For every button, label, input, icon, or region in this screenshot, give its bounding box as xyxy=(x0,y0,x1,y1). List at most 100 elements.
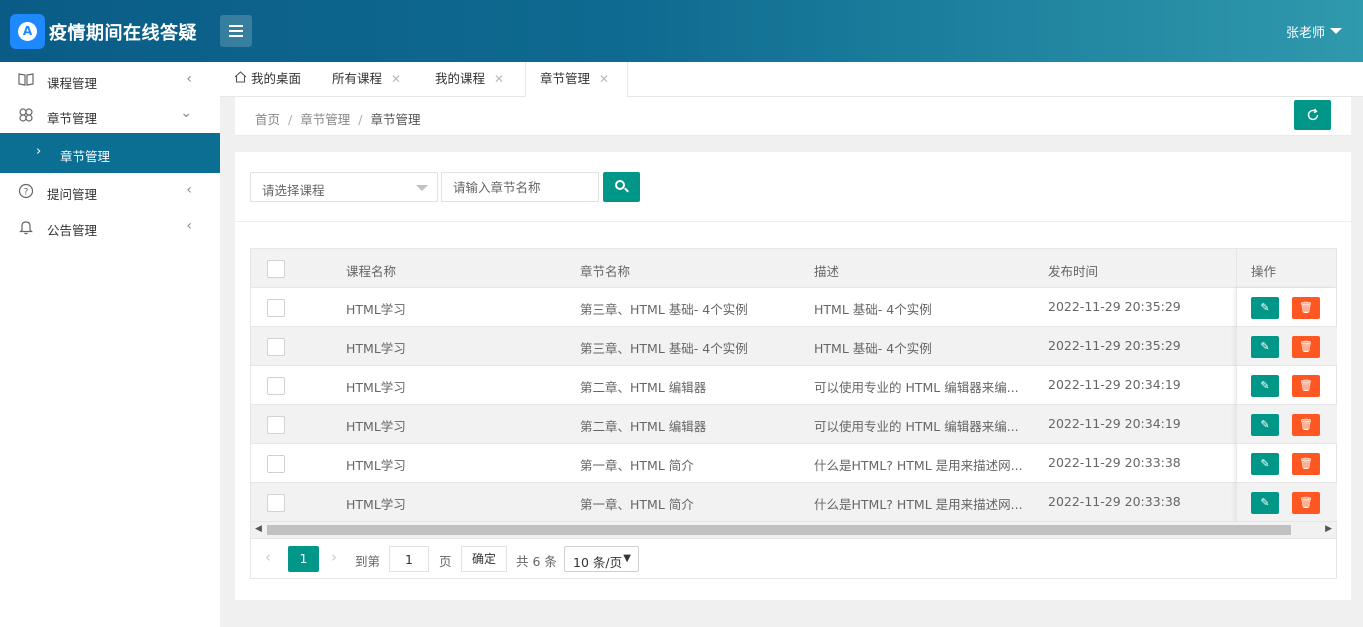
app-logo: A xyxy=(10,14,45,49)
cell-chapter: 第三章、HTML 基础- 4个实例 xyxy=(580,341,748,356)
caret-down-icon[interactable] xyxy=(1330,28,1342,34)
table-row: HTML学习 第二章、HTML 编辑器 可以使用专业的 HTML 编辑器来编..… xyxy=(251,366,1236,405)
pencil-icon: ✎ xyxy=(1260,496,1270,509)
search-button[interactable] xyxy=(603,172,640,202)
sidebar-item-label: 课程管理 xyxy=(47,76,98,91)
user-menu[interactable]: 张老师 xyxy=(1286,22,1325,41)
goto-page-input[interactable] xyxy=(389,546,429,572)
cell-chapter: 第三章、HTML 基础- 4个实例 xyxy=(580,302,748,317)
breadcrumb-home[interactable]: 首页 xyxy=(255,112,280,127)
header-time: 发布时间 xyxy=(1048,264,1099,279)
goto-label: 到第 xyxy=(355,554,381,569)
close-icon[interactable]: ✕ xyxy=(391,72,401,86)
header-course: 课程名称 xyxy=(346,264,397,279)
main-content: 请选择课程 课程名称 章节名称 描述 发布时间 HTML学习 第三章、HTML … xyxy=(235,152,1351,600)
row-checkbox[interactable] xyxy=(267,377,285,395)
cell-desc: 什么是HTML? HTML 是用来描述网... xyxy=(814,497,1023,512)
prev-page-icon[interactable]: ‹ xyxy=(265,548,271,566)
edit-button[interactable]: ✎ xyxy=(1251,375,1279,397)
delete-button[interactable]: 🗑 xyxy=(1292,336,1320,358)
cell-course: HTML学习 xyxy=(346,380,406,395)
row-checkbox[interactable] xyxy=(267,494,285,512)
chevron-right-icon: › xyxy=(36,144,42,159)
page-size-select[interactable]: 10 条/页 ▼ xyxy=(564,546,639,572)
page-current[interactable]: 1 xyxy=(288,546,319,572)
cell-time: 2022-11-29 20:35:29 xyxy=(1048,338,1181,353)
goto-confirm-button[interactable]: 确定 xyxy=(461,546,507,572)
tab-label: 我的课程 xyxy=(435,71,486,86)
scrollbar-thumb[interactable] xyxy=(267,525,1291,535)
total-count: 共 6 条 xyxy=(516,554,557,569)
menu-toggle-button[interactable] xyxy=(220,15,252,47)
delete-button[interactable]: 🗑 xyxy=(1292,414,1320,436)
trash-icon: 🗑 xyxy=(1299,418,1313,431)
cell-desc: HTML 基础- 4个实例 xyxy=(814,302,932,317)
table-header: 课程名称 章节名称 描述 发布时间 xyxy=(251,249,1336,288)
tab-chapter-management[interactable]: 章节管理 ✕ xyxy=(525,62,628,98)
row-checkbox[interactable] xyxy=(267,416,285,434)
page-size-value: 10 条/页 xyxy=(573,555,623,570)
close-icon[interactable]: ✕ xyxy=(494,72,504,86)
chevron-left-icon: ‹ xyxy=(186,218,192,234)
breadcrumb-parent[interactable]: 章节管理 xyxy=(300,112,350,127)
cell-chapter: 第一章、HTML 简介 xyxy=(580,458,694,473)
clover-icon xyxy=(18,107,34,123)
sidebar: 课程管理 ‹ 章节管理 ⌄ › 章节管理 ? 提问管理 ‹ 公告管理 ‹ xyxy=(0,62,220,627)
edit-button[interactable]: ✎ xyxy=(1251,453,1279,475)
book-icon xyxy=(18,72,34,88)
delete-button[interactable]: 🗑 xyxy=(1292,375,1320,397)
select-all-checkbox[interactable] xyxy=(267,260,285,278)
course-select[interactable]: 请选择课程 xyxy=(250,172,438,202)
table-row: HTML学习 第二章、HTML 编辑器 可以使用专业的 HTML 编辑器来编..… xyxy=(251,405,1236,444)
cell-chapter: 第一章、HTML 简介 xyxy=(580,497,694,512)
chapter-name-input[interactable] xyxy=(441,172,599,202)
breadcrumb: 首页 / 章节管理 / 章节管理 xyxy=(255,112,421,127)
cell-course: HTML学习 xyxy=(346,341,406,356)
row-checkbox[interactable] xyxy=(267,455,285,473)
table-row: HTML学习 第一章、HTML 简介 什么是HTML? HTML 是用来描述网.… xyxy=(251,444,1236,483)
row-checkbox[interactable] xyxy=(267,338,285,356)
hamburger-icon xyxy=(229,25,243,27)
row-checkbox[interactable] xyxy=(267,299,285,317)
edit-button[interactable]: ✎ xyxy=(1251,336,1279,358)
scroll-right-icon[interactable]: ▶ xyxy=(1325,524,1332,534)
sidebar-subitem-label: 章节管理 xyxy=(60,149,111,164)
sidebar-item-label: 公告管理 xyxy=(47,223,98,238)
next-page-icon[interactable]: › xyxy=(331,548,337,566)
sidebar-item-label: 章节管理 xyxy=(47,111,98,126)
chevron-left-icon: ‹ xyxy=(186,182,192,198)
chevron-down-icon: ▼ xyxy=(623,553,631,564)
ops-row: ✎ 🗑 xyxy=(1237,327,1337,366)
breadcrumb-current: 章节管理 xyxy=(370,112,421,127)
scroll-left-icon[interactable]: ◀ xyxy=(255,524,262,534)
cell-desc: 可以使用专业的 HTML 编辑器来编... xyxy=(814,419,1019,434)
ops-row: ✎ 🗑 xyxy=(1237,288,1337,327)
page-label: 页 xyxy=(439,554,452,569)
sidebar-item-question-management[interactable]: ? 提问管理 ‹ xyxy=(0,173,220,209)
sidebar-subitem-chapter-management[interactable]: › 章节管理 xyxy=(0,133,220,173)
tab-all-courses[interactable]: 所有课程 ✕ xyxy=(332,62,401,97)
horizontal-scrollbar[interactable]: ◀ ▶ xyxy=(251,522,1336,538)
chapter-table: 课程名称 章节名称 描述 发布时间 HTML学习 第三章、HTML 基础- 4个… xyxy=(250,248,1337,579)
pencil-icon: ✎ xyxy=(1260,379,1270,392)
trash-icon: 🗑 xyxy=(1299,496,1313,509)
edit-button[interactable]: ✎ xyxy=(1251,414,1279,436)
delete-button[interactable]: 🗑 xyxy=(1292,297,1320,319)
sidebar-item-announcement-management[interactable]: 公告管理 ‹ xyxy=(0,209,220,245)
close-icon[interactable]: ✕ xyxy=(599,72,609,86)
tab-label: 章节管理 xyxy=(540,71,591,86)
sidebar-item-course-management[interactable]: 课程管理 ‹ xyxy=(0,62,220,98)
delete-button[interactable]: 🗑 xyxy=(1292,492,1320,514)
app-title: 疫情期间在线答疑 xyxy=(49,23,197,44)
edit-button[interactable]: ✎ xyxy=(1251,297,1279,319)
delete-button[interactable]: 🗑 xyxy=(1292,453,1320,475)
sidebar-item-chapter-management[interactable]: 章节管理 ⌄ xyxy=(0,97,220,133)
trash-icon: 🗑 xyxy=(1299,340,1313,353)
sidebar-item-label: 提问管理 xyxy=(47,187,98,202)
top-header: A 疫情期间在线答疑 张老师 xyxy=(0,0,1363,62)
refresh-button[interactable] xyxy=(1294,100,1331,130)
edit-button[interactable]: ✎ xyxy=(1251,492,1279,514)
tab-my-courses[interactable]: 我的课程 ✕ xyxy=(435,62,504,97)
tab-desktop[interactable]: 我的桌面 xyxy=(234,62,301,97)
tab-bar: 我的桌面 所有课程 ✕ 我的课程 ✕ 章节管理 ✕ xyxy=(220,62,1363,98)
